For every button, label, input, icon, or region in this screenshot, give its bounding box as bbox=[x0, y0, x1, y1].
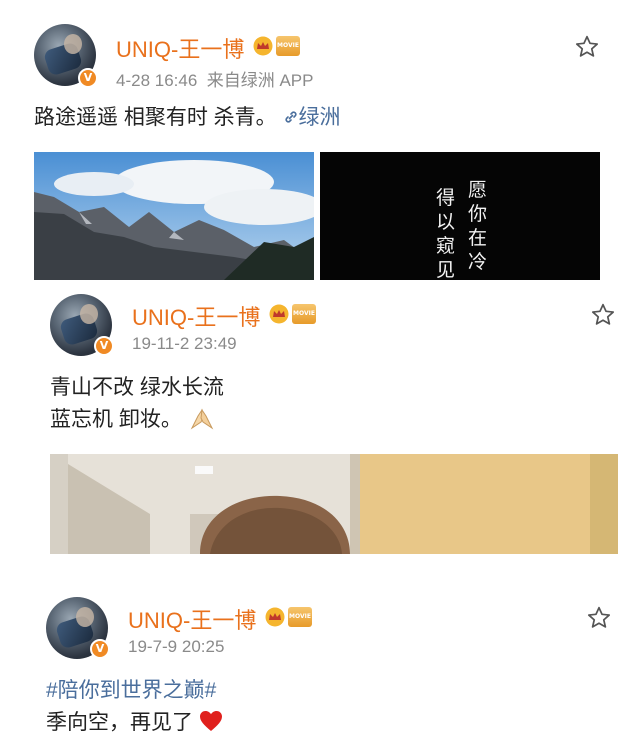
post-line-2: 蓝忘机 卸妆。 bbox=[50, 404, 224, 436]
post-meta: 4-28 16:46 来自绿洲 APP bbox=[116, 66, 314, 91]
crown-icon bbox=[253, 36, 273, 56]
post-body: 路途遥遥 相聚有时 杀青。 bbox=[34, 106, 277, 129]
username[interactable]: UNIQ-王一博 bbox=[116, 32, 244, 64]
praying-hands-icon bbox=[190, 408, 213, 430]
post-source[interactable]: 来自绿洲 APP bbox=[207, 71, 314, 90]
star-icon[interactable] bbox=[574, 34, 600, 60]
movie-badge: MOVIE bbox=[288, 607, 312, 627]
post-text: 青山不改 绿水长流 蓝忘机 卸妆。 bbox=[50, 372, 224, 436]
mountain-scene bbox=[34, 152, 314, 280]
poem-col-2: 得以窥见 bbox=[436, 187, 456, 280]
post-2: V UNIQ-王一博 MOVIE 19-11-2 23:49 青山不改 绿水长流… bbox=[0, 280, 640, 565]
poem-col-1: 愿你在冷 bbox=[468, 179, 488, 273]
post-line-2-text: 蓝忘机 卸妆。 bbox=[50, 408, 182, 431]
post-time: 4-28 16:46 bbox=[116, 71, 198, 90]
post-line-2: 季向空，再见了 bbox=[46, 707, 223, 739]
mountain-photo[interactable] bbox=[34, 152, 314, 280]
interior-scene bbox=[50, 454, 618, 554]
post-text: 路途遥遥 相聚有时 杀青。 绿洲 bbox=[34, 102, 341, 134]
post-time: 19-11-2 23:49 bbox=[132, 334, 237, 353]
star-icon[interactable] bbox=[590, 302, 616, 328]
verified-icon: V bbox=[94, 336, 114, 356]
post-time: 19-7-9 20:25 bbox=[128, 637, 225, 656]
post-line-2-text: 季向空，再见了 bbox=[46, 711, 193, 734]
link-icon bbox=[284, 111, 297, 123]
username[interactable]: UNIQ-王一博 bbox=[132, 300, 260, 332]
crown-icon bbox=[265, 607, 285, 627]
star-icon[interactable] bbox=[586, 605, 612, 631]
movie-badge: MOVIE bbox=[292, 304, 316, 324]
movie-badge: MOVIE bbox=[276, 36, 300, 56]
hashtag-link[interactable]: #陪你到世界之巅# bbox=[46, 675, 223, 707]
crown-icon bbox=[269, 304, 289, 324]
post-text: #陪你到世界之巅# 季向空，再见了 bbox=[46, 675, 223, 739]
post-line-1: 青山不改 绿水长流 bbox=[50, 376, 224, 399]
post-3: V UNIQ-王一博 MOVIE 19-7-9 20:25 #陪你到世界之巅# … bbox=[0, 585, 640, 745]
verified-icon: V bbox=[78, 68, 98, 88]
username[interactable]: UNIQ-王一博 bbox=[128, 603, 256, 635]
post-1: V UNIQ-王一博 MOVIE 4-28 16:46 来自绿洲 APP 路途遥… bbox=[0, 0, 640, 280]
interior-photo[interactable] bbox=[50, 454, 618, 554]
poem-photo[interactable]: 愿你在冷 得以窥见 bbox=[320, 152, 600, 280]
heart-icon bbox=[199, 711, 222, 731]
verified-icon: V bbox=[90, 639, 110, 659]
oasis-link[interactable]: 绿洲 bbox=[283, 106, 341, 129]
oasis-link-label: 绿洲 bbox=[298, 106, 341, 129]
